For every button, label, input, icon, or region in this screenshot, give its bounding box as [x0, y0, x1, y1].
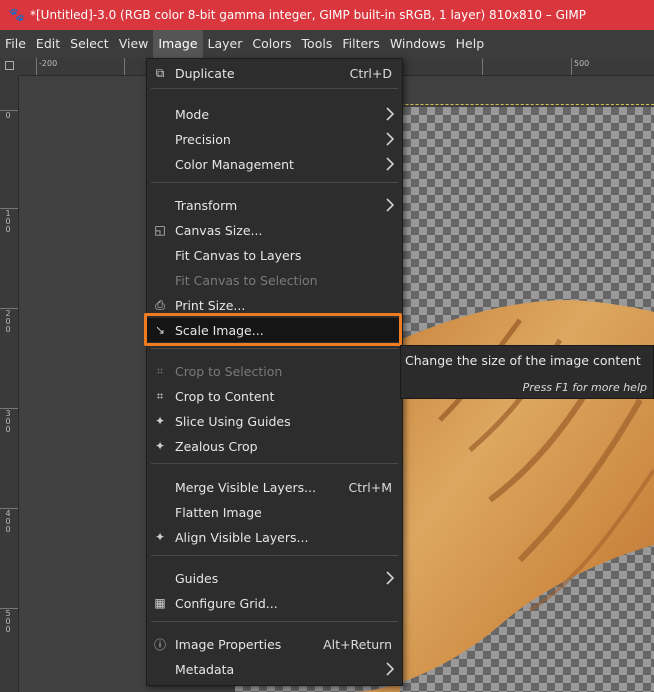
- menu-separator: [151, 555, 398, 556]
- slice-icon: ✦: [154, 414, 166, 428]
- duplicate-icon: ⧉: [155, 65, 165, 80]
- menu-item-precision[interactable]: Precision: [147, 127, 402, 151]
- menu-separator: [151, 348, 398, 349]
- menu-item-color-management[interactable]: Color Management: [147, 152, 402, 176]
- submenu-arrow-icon: [386, 662, 395, 676]
- menu-item-crop-to-selection: ⌗ Crop to Selection: [147, 359, 402, 383]
- scale-image-tooltip: Change the size of the image content Pre…: [400, 345, 654, 399]
- menu-item-mode[interactable]: Mode: [147, 102, 402, 126]
- menu-item-image-properties[interactable]: ⓘ Image Properties Alt+Return: [147, 632, 402, 656]
- menu-item-flatten-image[interactable]: Flatten Image: [147, 500, 402, 524]
- crop-icon: ⌗: [156, 388, 164, 403]
- menu-item-zealous-crop[interactable]: ✦ Zealous Crop: [147, 434, 402, 458]
- menu-separator: [151, 463, 398, 464]
- menu-item-align-visible-layers[interactable]: ✦ Align Visible Layers...: [147, 525, 402, 549]
- submenu-arrow-icon: [386, 571, 395, 585]
- menu-separator: [151, 621, 398, 622]
- menu-item-slice-using-guides[interactable]: ✦ Slice Using Guides: [147, 409, 402, 433]
- crop-icon: ⌗: [156, 363, 164, 378]
- menu-item-crop-to-content[interactable]: ⌗ Crop to Content: [147, 384, 402, 408]
- image-menu-dropdown: ⧉ Duplicate Ctrl+D Mode Precision Color …: [146, 58, 403, 686]
- menu-item-merge-visible-layers[interactable]: Merge Visible Layers... Ctrl+M: [147, 475, 402, 499]
- menu-item-fit-canvas-to-selection: Fit Canvas to Selection: [175, 272, 318, 288]
- tooltip-help: Press F1 for more help: [522, 381, 647, 394]
- menu-item-configure-grid[interactable]: ▦ Configure Grid...: [147, 591, 402, 615]
- menu-item-fit-canvas-to-layers[interactable]: Fit Canvas to Layers: [147, 243, 402, 267]
- align-icon: ✦: [154, 530, 166, 544]
- menu-item-duplicate[interactable]: ⧉ Duplicate Ctrl+D: [147, 61, 402, 85]
- info-icon: ⓘ: [153, 637, 166, 652]
- submenu-arrow-icon: [386, 198, 395, 212]
- canvas-size-icon: ◱: [154, 223, 166, 237]
- menu-item-guides[interactable]: Guides: [147, 566, 402, 590]
- menu-separator: [151, 88, 398, 89]
- submenu-arrow-icon: [386, 157, 395, 171]
- tooltip-text: Change the size of the image content: [405, 353, 641, 368]
- submenu-arrow-icon: [386, 107, 395, 121]
- zealous-crop-icon: ✦: [154, 439, 166, 453]
- menu-item-canvas-size[interactable]: ◱ Canvas Size...: [147, 218, 402, 242]
- menu-separator: [151, 182, 398, 183]
- submenu-arrow-icon: [386, 132, 395, 146]
- scale-image-highlight-outline: [144, 313, 402, 346]
- menu-item-transform[interactable]: Transform: [147, 193, 402, 217]
- grid-icon: ▦: [154, 596, 166, 610]
- printer-icon: ⎙: [155, 297, 165, 312]
- menu-item-metadata[interactable]: Metadata: [147, 657, 402, 681]
